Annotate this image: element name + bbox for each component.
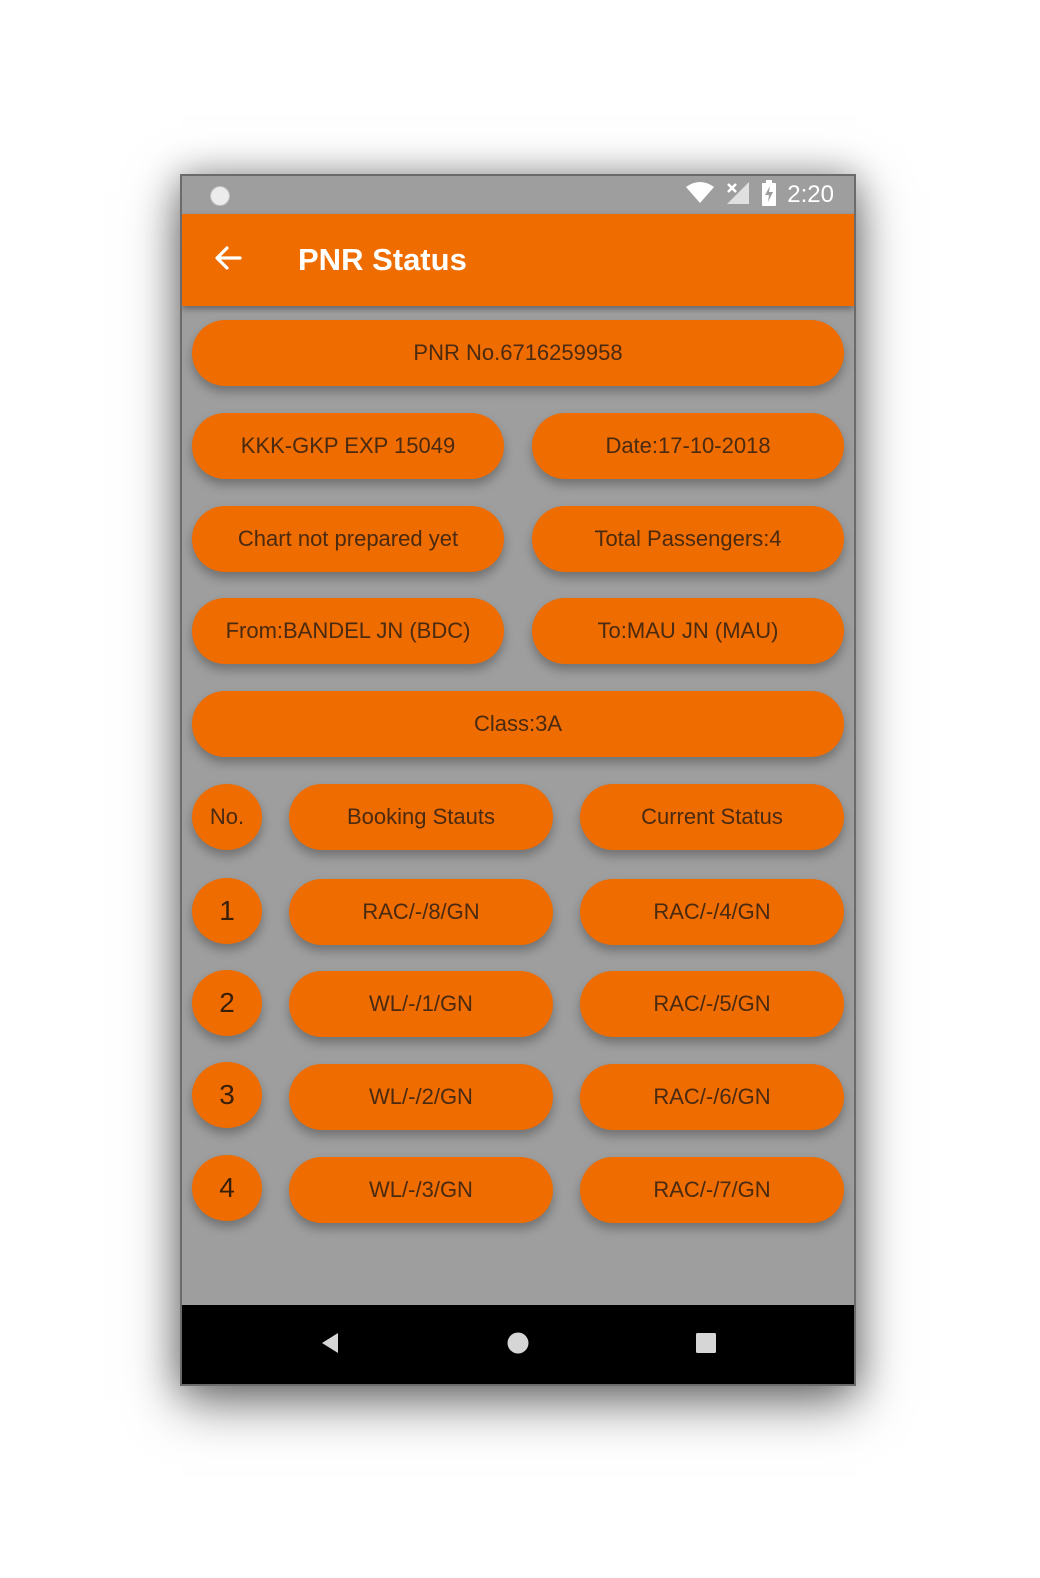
train-name-badge: KKK-GKP EXP 15049 [192,413,504,479]
wifi-icon [685,181,715,210]
current-status-cell: RAC/-/4/GN [580,879,844,945]
nav-back-button[interactable] [310,1325,350,1365]
column-header-current-status: Current Status [580,784,844,850]
current-status-cell: RAC/-/6/GN [580,1064,844,1130]
passenger-number: 1 [192,878,262,944]
clock: 2:20 [787,181,834,208]
booking-status-cell: WL/-/3/GN [289,1157,553,1223]
chart-status-badge: Chart not prepared yet [192,506,504,572]
status-icons: 2:20 [685,179,834,211]
no-signal-icon [725,180,751,211]
back-button[interactable] [206,238,250,282]
circle-home-icon [506,1331,530,1360]
class-badge: Class:3A [192,691,844,757]
booking-status-cell: WL/-/2/GN [289,1064,553,1130]
passenger-number: 2 [192,970,262,1036]
journey-date-badge: Date:17-10-2018 [532,413,844,479]
from-station-badge: From:BANDEL JN (BDC) [192,598,504,664]
column-header-no: No. [192,784,262,850]
column-header-booking-status: Booking Stauts [289,784,553,850]
square-recents-icon [695,1332,717,1359]
battery-charging-icon [761,179,777,211]
status-bar: 2:20 [182,176,854,214]
triangle-back-icon [318,1331,342,1360]
arrow-left-icon [212,242,244,279]
notification-dot-icon [210,186,230,206]
to-station-badge: To:MAU JN (MAU) [532,598,844,664]
nav-home-button[interactable] [498,1325,538,1365]
current-status-cell: RAC/-/7/GN [580,1157,844,1223]
phone-screen: 2:20 PNR Status PNR No.6716259958 KKK-GK… [180,174,856,1386]
pnr-number-badge: PNR No.6716259958 [192,320,844,386]
passenger-number: 3 [192,1062,262,1128]
page-title: PNR Status [298,242,467,277]
system-navigation-bar [182,1305,854,1384]
total-passengers-badge: Total Passengers:4 [532,506,844,572]
booking-status-cell: RAC/-/8/GN [289,879,553,945]
nav-recents-button[interactable] [686,1325,726,1365]
current-status-cell: RAC/-/5/GN [580,971,844,1037]
booking-status-cell: WL/-/1/GN [289,971,553,1037]
passenger-number: 4 [192,1155,262,1221]
app-bar: PNR Status [182,214,854,306]
